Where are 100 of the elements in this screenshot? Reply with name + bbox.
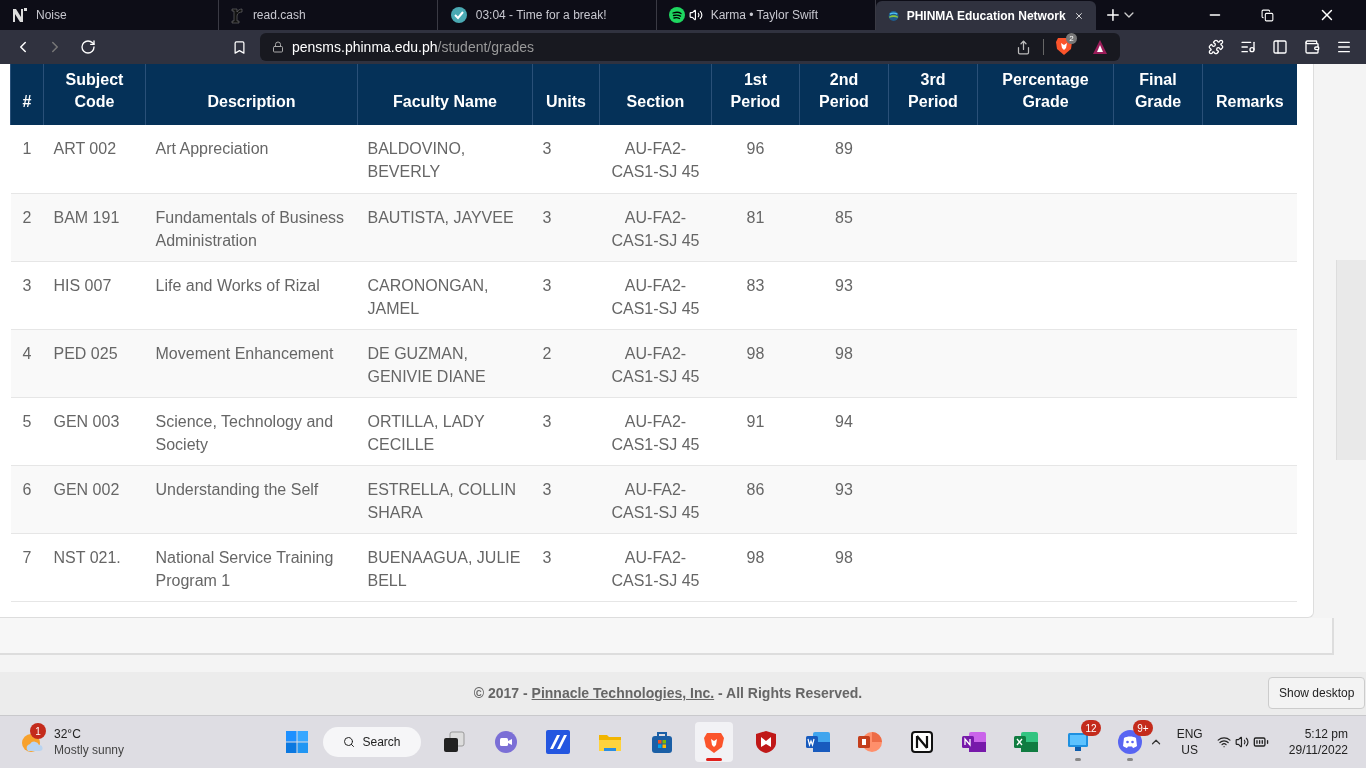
spotify-logo-icon bbox=[668, 7, 685, 23]
table-cell: Science, Technology and Society bbox=[145, 397, 358, 465]
table-cell: AU-FA2-CAS1-SJ 45 bbox=[599, 193, 712, 261]
tab-title: PHINMA Education Network bbox=[906, 8, 1066, 25]
table-cell: GEN 002 bbox=[43, 465, 146, 533]
clock-time[interactable]: 5:12 pm bbox=[1304, 726, 1348, 742]
restore-icon[interactable] bbox=[1261, 8, 1275, 22]
table-cell: 96 bbox=[711, 125, 800, 193]
table-cell: 3 bbox=[532, 125, 600, 193]
notification-badge: 1 bbox=[30, 723, 46, 739]
table-cell: 1 bbox=[10, 125, 44, 193]
sidebar-icon[interactable] bbox=[1272, 39, 1288, 55]
tab-title: read.cash bbox=[252, 7, 307, 24]
search-button[interactable]: Search bbox=[322, 727, 421, 757]
language-text[interactable]: ENG bbox=[1176, 726, 1203, 742]
tab-title: 03:04 - Time for a break! bbox=[475, 7, 608, 24]
table-cell: AU-FA2-CAS1-SJ 45 bbox=[599, 533, 712, 601]
table-cell: GEN 003 bbox=[43, 397, 146, 465]
serif-r-logo-icon bbox=[230, 6, 245, 24]
notification-badge: 12 bbox=[1081, 720, 1101, 736]
table-cell: BUENAAGUA, JULIE BELL bbox=[357, 533, 533, 601]
table-cell: AU-FA2-CAS1-SJ 45 bbox=[599, 465, 712, 533]
table-cell: 4 bbox=[10, 329, 44, 397]
playlist-icon[interactable] bbox=[1240, 39, 1256, 55]
document-app-icon bbox=[804, 730, 831, 754]
table-cell: 3 bbox=[532, 261, 600, 329]
address-bar[interactable]: pensms.phinma.edu.ph/student/grades 2 bbox=[260, 33, 1120, 61]
noise-logo-icon bbox=[12, 7, 28, 23]
table-cell: 98 bbox=[799, 329, 889, 397]
table-cell: ESTRELLA, COLLIN SHARA bbox=[357, 465, 533, 533]
temperature-text: 32°C bbox=[54, 726, 82, 742]
wifi-icon[interactable] bbox=[1216, 734, 1231, 750]
speaker-icon[interactable] bbox=[688, 8, 703, 22]
notebook-logo-icon bbox=[909, 730, 934, 754]
table-cell: 86 bbox=[711, 465, 800, 533]
table-cell: 2 bbox=[532, 329, 600, 397]
table-cell: Art Appreciation bbox=[145, 125, 358, 193]
task-view-icon bbox=[441, 730, 466, 754]
table-cell: CARONONGAN, JAMEL bbox=[357, 261, 533, 329]
table-cell: AU-FA2-CAS1-SJ 45 bbox=[599, 329, 712, 397]
table-cell: 5 bbox=[10, 397, 44, 465]
company-link[interactable]: Pinnacle Technologies, Inc. bbox=[531, 685, 715, 702]
table-cell: 98 bbox=[711, 533, 800, 601]
windows-start-icon[interactable] bbox=[284, 730, 309, 754]
table-cell: Understanding the Self bbox=[145, 465, 358, 533]
table-cell: Movement Enhancement bbox=[145, 329, 358, 397]
share-icon[interactable] bbox=[1016, 39, 1031, 55]
table-cell: Fundamentals of Business Administration bbox=[145, 193, 358, 261]
reload-icon[interactable] bbox=[80, 39, 96, 55]
check-circle-icon bbox=[449, 6, 468, 24]
table-cell: NST 021. bbox=[43, 533, 146, 601]
table-cell: 3 bbox=[10, 261, 44, 329]
search-icon bbox=[342, 735, 355, 749]
table-cell: 98 bbox=[799, 533, 889, 601]
table-cell: AU-FA2-CAS1-SJ 45 bbox=[599, 125, 712, 193]
extensions-icon[interactable] bbox=[1208, 39, 1224, 55]
shield-count-badge: 2 bbox=[1066, 33, 1077, 44]
copyright-text: © 2017 - Pinnacle Technologies, Inc. - All Rights Reserved. bbox=[473, 684, 863, 704]
browser-tab[interactable]: PHINMA Education Network bbox=[875, 1, 1096, 31]
table-cell: 3 bbox=[532, 533, 600, 601]
tab-title: Noise bbox=[36, 7, 68, 24]
bookmark-icon[interactable] bbox=[232, 39, 247, 55]
region-text[interactable]: US bbox=[1181, 742, 1198, 758]
table-cell: 3 bbox=[532, 193, 600, 261]
monitor-icon bbox=[1065, 730, 1090, 754]
notes-app-icon bbox=[960, 730, 987, 754]
triangle-logo-icon[interactable] bbox=[1092, 39, 1108, 55]
tab-title: Karma • Taylor Swift bbox=[710, 7, 819, 24]
table-cell: 89 bbox=[799, 125, 889, 193]
table-cell: Life and Works of Rizal bbox=[145, 261, 358, 329]
table-cell: PED 025 bbox=[43, 329, 146, 397]
url-text: pensms.phinma.edu.ph/student/grades bbox=[292, 37, 535, 57]
slides-app-icon bbox=[856, 730, 883, 754]
table-cell: ORTILLA, LADY CECILLE bbox=[357, 397, 533, 465]
notification-badge: 9+ bbox=[1133, 720, 1153, 736]
shield-logo-icon bbox=[753, 730, 778, 754]
table-cell: BAUTISTA, JAYVEE bbox=[357, 193, 533, 261]
slash-logo-icon bbox=[545, 730, 570, 754]
table-cell: 83 bbox=[711, 261, 800, 329]
table-cell: 81 bbox=[711, 193, 800, 261]
table-cell: 94 bbox=[799, 397, 889, 465]
table-cell: 93 bbox=[799, 465, 889, 533]
weather-condition-text: Mostly sunny bbox=[54, 742, 125, 758]
table-cell: 2 bbox=[10, 193, 44, 261]
tooltip: Show desktop bbox=[1268, 677, 1366, 709]
table-cell: AU-FA2-CAS1-SJ 45 bbox=[599, 261, 712, 329]
table-cell: 98 bbox=[711, 329, 800, 397]
clock-date[interactable]: 29/11/2022 bbox=[1288, 742, 1348, 758]
table-cell: 93 bbox=[799, 261, 889, 329]
table-cell: BALDOVINO, BEVERLY bbox=[357, 125, 533, 193]
table-cell: BAM 191 bbox=[43, 193, 146, 261]
table-cell: 7 bbox=[10, 533, 44, 601]
wallet-icon[interactable] bbox=[1304, 39, 1320, 55]
video-chat-icon bbox=[493, 730, 518, 754]
table-cell: 91 bbox=[711, 397, 800, 465]
table-cell: 85 bbox=[799, 193, 889, 261]
menu-icon[interactable] bbox=[1336, 39, 1352, 55]
volume-icon[interactable] bbox=[1234, 734, 1249, 750]
store-bag-icon bbox=[649, 730, 674, 754]
lock-icon bbox=[272, 41, 284, 53]
